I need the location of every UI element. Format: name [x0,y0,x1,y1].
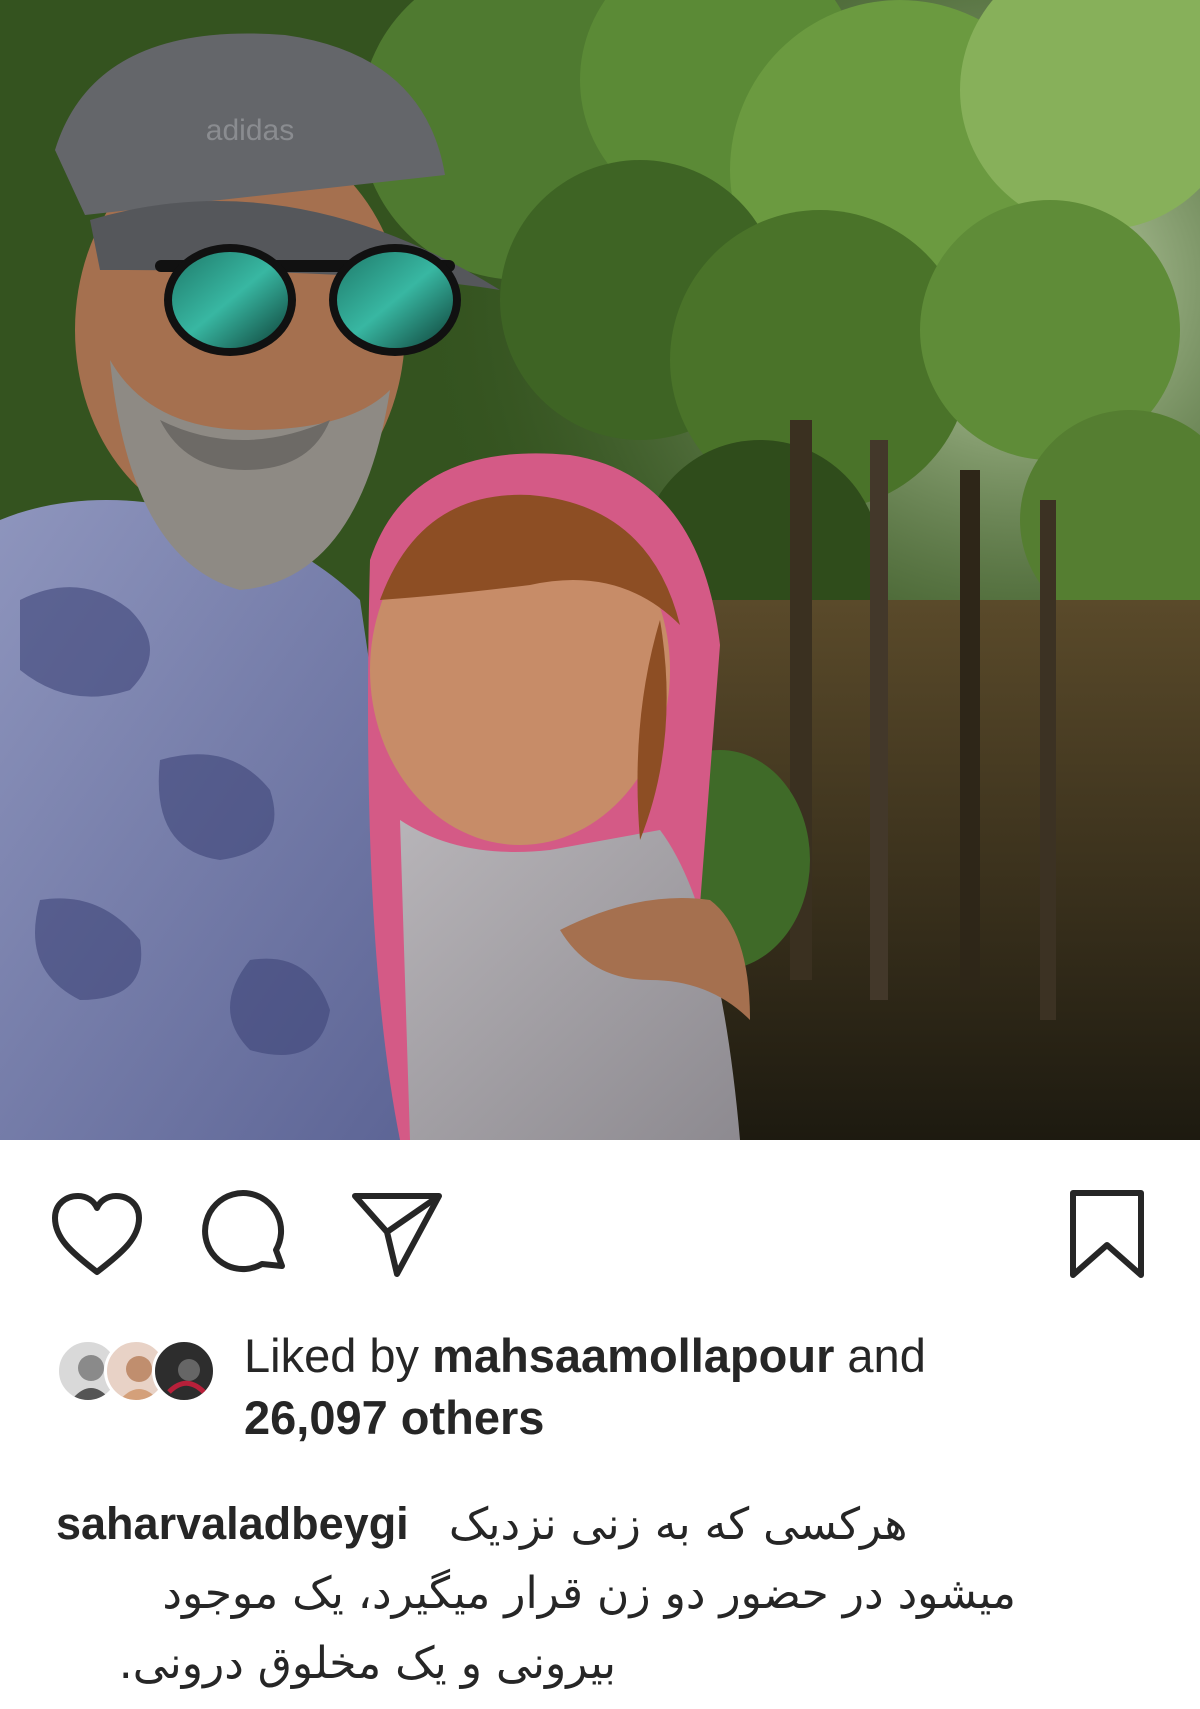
liker-username[interactable]: mahsaamollapour [432,1329,834,1382]
bookmark-icon [1070,1190,1144,1278]
like-button[interactable] [42,1180,152,1290]
cap-logo-text: adidas [206,114,294,147]
likes-conj: and [847,1329,926,1382]
liker-avatars[interactable] [56,1339,226,1407]
likes-count[interactable]: 26,097 others [244,1391,544,1444]
post-image: adidas [0,0,1200,1140]
likes-row: Liked by mahsaamollapour and 26,097 othe… [56,1325,1156,1455]
post-photo[interactable]: adidas [0,0,1200,1140]
heart-icon [52,1193,142,1275]
likes-prefix: Liked by [244,1329,420,1382]
caption-line-3: بیرونی و یک مخلوق درونی. [118,1638,616,1689]
caption-text-1: هرکسی که به زنی نزدیک [448,1499,908,1550]
caption-username[interactable]: saharvaladbeygi [56,1498,409,1549]
share-button[interactable] [342,1180,452,1290]
caption-line-1: saharvaladbeygi هرکسی که به زنی نزدیک [56,1490,1016,1558]
comment-button[interactable] [192,1180,302,1290]
caption-line-2: میشود در حضور دو زن قرار میگیرد، یک موجو… [162,1568,1016,1619]
action-bar [0,1180,1200,1290]
likes-summary: Liked by mahsaamollapour and 26,097 othe… [244,1325,1144,1449]
comment-icon [202,1190,285,1273]
paper-plane-icon [352,1193,442,1277]
save-button[interactable] [1052,1180,1162,1290]
avatar [152,1339,216,1403]
